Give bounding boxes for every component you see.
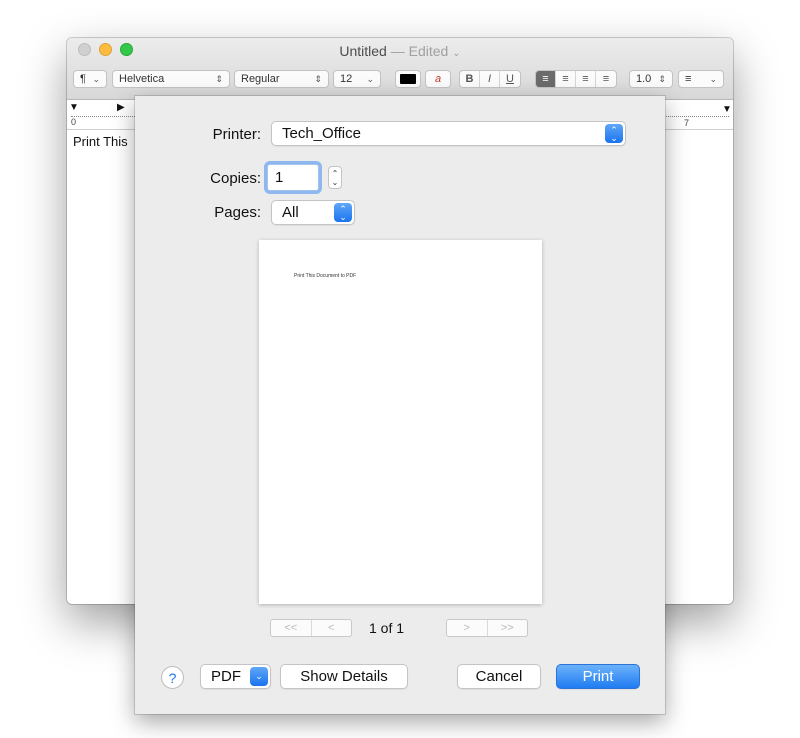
edited-status: Edited bbox=[408, 43, 449, 59]
printer-label: Printer: bbox=[212, 126, 261, 143]
highlight-color-well[interactable]: a bbox=[425, 70, 451, 88]
align-right-icon[interactable]: ≡ bbox=[576, 71, 596, 87]
first-page-button[interactable]: << bbox=[271, 620, 312, 636]
pages-label: Pages: bbox=[214, 204, 261, 221]
pages-popup[interactable]: All ⌃ ⌄ bbox=[271, 200, 355, 225]
print-button[interactable]: Print bbox=[556, 664, 640, 689]
paragraph-icon: ¶ bbox=[80, 73, 86, 85]
line-spacing-value: 1.0 bbox=[636, 73, 652, 85]
tab-stop-marker-icon[interactable]: ▶ bbox=[117, 102, 125, 113]
stepper-down-icon[interactable]: ⌄ bbox=[332, 178, 339, 187]
paragraph-style-popup[interactable]: ¶ ⌄ bbox=[73, 70, 107, 88]
window-title[interactable]: Untitled — Edited ⌄ bbox=[67, 43, 733, 59]
font-style-value: Regular bbox=[241, 73, 280, 85]
text-style-segment: B I U bbox=[459, 70, 521, 88]
cancel-button[interactable]: Cancel bbox=[457, 664, 541, 689]
ruler-tick-start: 0 bbox=[71, 117, 77, 127]
document-name: Untitled bbox=[339, 43, 387, 59]
right-margin-marker-icon[interactable]: ▼ bbox=[722, 104, 732, 115]
chevron-down-icon: ⌄ bbox=[250, 667, 268, 686]
stepper-up-icon[interactable]: ⌃ bbox=[332, 169, 339, 178]
page-nav-back-segment: << < bbox=[270, 619, 352, 637]
print-sheet: Printer: Tech_Office ⌃ ⌄ Copies: 1 ⌃ ⌄ Pa… bbox=[135, 96, 665, 714]
align-justify-icon[interactable]: ≡ bbox=[596, 71, 616, 87]
help-button[interactable]: ? bbox=[161, 666, 184, 689]
copies-label: Copies: bbox=[210, 170, 261, 187]
list-style-popup[interactable]: ≡ ⌄ bbox=[678, 70, 724, 88]
format-toolbar: ¶ ⌄ Helvetica ⇕ Regular ⇕ 12 ⌄ a B I U ≡… bbox=[67, 70, 733, 90]
line-spacing-popup[interactable]: 1.0 ⇕ bbox=[629, 70, 673, 88]
document-text[interactable]: Print This bbox=[73, 134, 128, 149]
page-count: 1 of 1 bbox=[369, 620, 405, 636]
alignment-segment: ≡ ≡ ≡ ≡ bbox=[535, 70, 617, 88]
page-nav-forward-segment: > >> bbox=[446, 619, 528, 637]
chevron-down-icon: ⌄ bbox=[366, 73, 374, 84]
pdf-label: PDF bbox=[211, 668, 241, 685]
preview-text: Print This Document to PDF bbox=[294, 273, 357, 279]
font-family-value: Helvetica bbox=[119, 73, 165, 85]
updown-chevron-icon: ⇕ bbox=[215, 73, 223, 84]
last-page-button[interactable]: >> bbox=[488, 620, 528, 636]
updown-chevron-icon: ⌃ ⌄ bbox=[334, 203, 352, 222]
highlight-icon: a bbox=[434, 73, 442, 85]
font-family-popup[interactable]: Helvetica ⇕ bbox=[112, 70, 230, 88]
title-chevron-icon: ⌄ bbox=[452, 48, 461, 59]
chevron-down-icon: ⌄ bbox=[709, 73, 717, 84]
updown-chevron-icon: ⇕ bbox=[658, 73, 666, 84]
text-color-well[interactable] bbox=[395, 70, 421, 88]
list-icon: ≡ bbox=[685, 73, 692, 85]
title-separator: — bbox=[390, 43, 405, 59]
underline-button[interactable]: U bbox=[500, 71, 520, 87]
updown-chevron-icon: ⇕ bbox=[314, 73, 322, 84]
printer-popup[interactable]: Tech_Office ⌃ ⌄ bbox=[271, 121, 626, 146]
pages-value: All bbox=[282, 204, 299, 221]
align-center-icon[interactable]: ≡ bbox=[556, 71, 576, 87]
font-style-popup[interactable]: Regular ⇕ bbox=[234, 70, 329, 88]
pdf-menu-button[interactable]: PDF ⌄ bbox=[200, 664, 271, 689]
text-color-swatch bbox=[400, 74, 416, 84]
copies-field[interactable]: 1 bbox=[267, 164, 319, 191]
font-size-combo[interactable]: 12 ⌄ bbox=[333, 70, 381, 88]
ruler-tick-end: 7 bbox=[684, 118, 690, 128]
updown-chevron-icon: ⌃ ⌄ bbox=[605, 124, 623, 143]
page-preview: Print This Document to PDF bbox=[259, 240, 542, 604]
font-size-value: 12 bbox=[340, 73, 353, 85]
show-details-button[interactable]: Show Details bbox=[280, 664, 408, 689]
previous-page-button[interactable]: < bbox=[312, 620, 352, 636]
italic-button[interactable]: I bbox=[480, 71, 500, 87]
bold-button[interactable]: B bbox=[460, 71, 480, 87]
copies-stepper[interactable]: ⌃ ⌄ bbox=[328, 166, 342, 189]
printer-value: Tech_Office bbox=[282, 125, 361, 142]
chevron-down-icon: ⌄ bbox=[92, 73, 100, 84]
first-line-indent-marker-icon[interactable]: ▼ bbox=[69, 102, 79, 113]
align-left-icon[interactable]: ≡ bbox=[536, 71, 556, 87]
title-bar[interactable]: Untitled — Edited ⌄ ¶ ⌄ Helvetica ⇕ Regu… bbox=[67, 38, 733, 100]
next-page-button[interactable]: > bbox=[447, 620, 488, 636]
